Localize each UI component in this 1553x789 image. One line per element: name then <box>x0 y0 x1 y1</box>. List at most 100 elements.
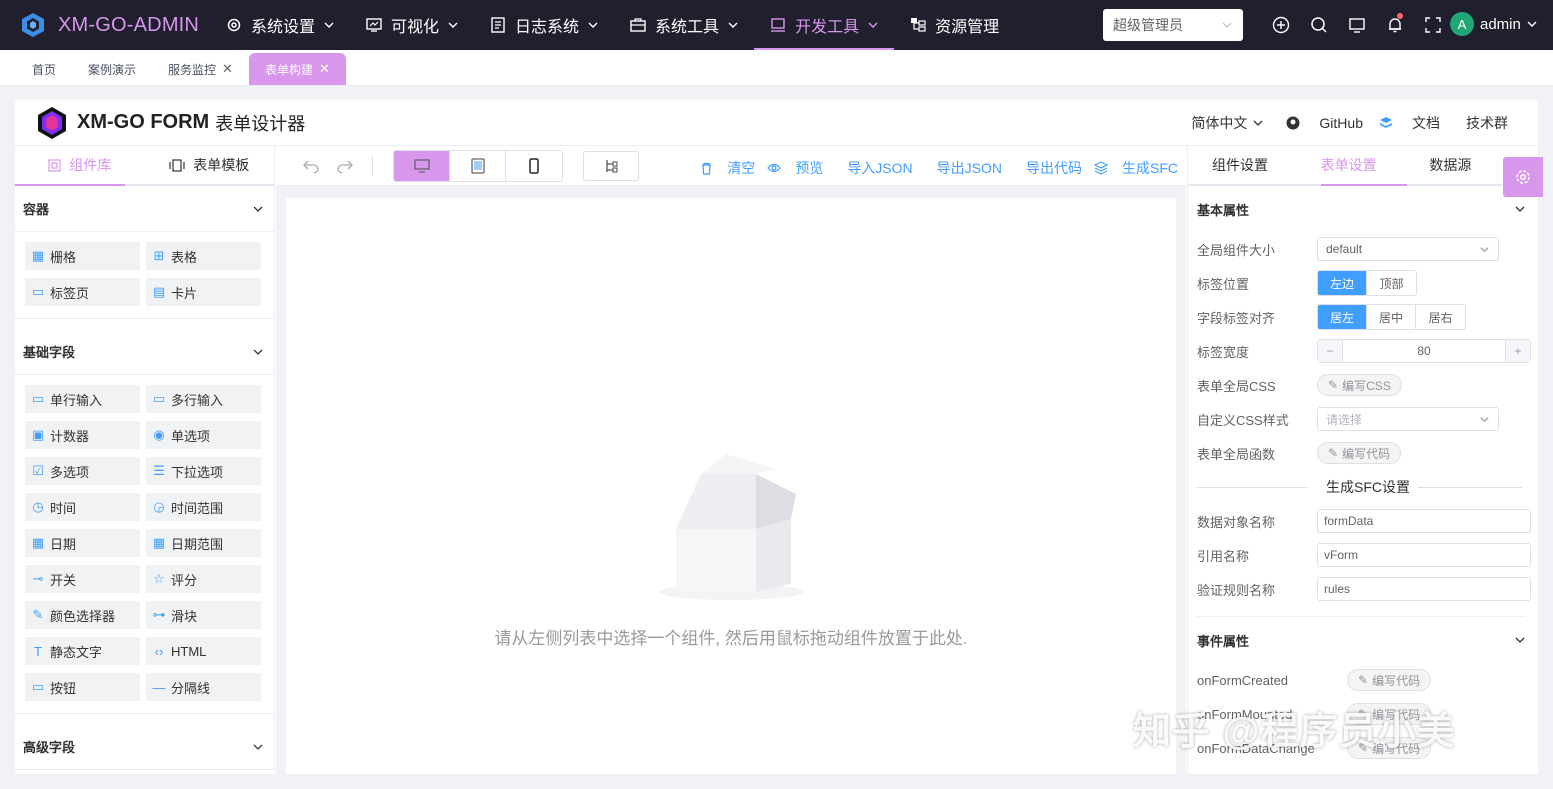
component-color-picker[interactable]: ✎ 颜色选择器 <box>25 601 140 629</box>
minus-icon[interactable]: − <box>1318 340 1342 362</box>
rules-name-input[interactable]: rules <box>1317 577 1531 601</box>
tag-form-builder[interactable]: 表单构建 ✕ <box>248 53 346 85</box>
component-static-text[interactable]: T 静态文字 <box>25 637 140 665</box>
component-checkbox[interactable]: ☑ 多选项 <box>25 457 140 485</box>
form-canvas[interactable]: 请从左侧列表中选择一个组件, 然后用鼠标拖动组件放置于此处. <box>286 198 1176 774</box>
preview-button[interactable]: 预览 <box>767 158 823 178</box>
language-select[interactable]: 简体中文 <box>1175 113 1264 133</box>
close-icon[interactable]: ✕ <box>319 61 330 77</box>
desktop-icon[interactable] <box>394 150 450 181</box>
component-radio[interactable]: ◉ 单选项 <box>146 421 261 449</box>
component-grid[interactable]: ▦ 栅格 <box>25 242 140 270</box>
tag-home[interactable]: 首页 <box>16 53 72 85</box>
dev-tools-icon <box>769 16 787 34</box>
menu-dev-tools[interactable]: 开发工具 <box>754 0 895 50</box>
row-form-css: 表单全局CSS ✎ 编写CSS <box>1188 368 1538 402</box>
component-label: 卡片 <box>171 285 198 301</box>
menu-visualization[interactable]: 可视化 <box>350 0 474 50</box>
add-circle-icon[interactable] <box>1262 0 1300 50</box>
gear-icon <box>225 16 243 34</box>
label-width-value[interactable]: 80 <box>1342 340 1506 362</box>
data-object-input[interactable]: formData <box>1317 509 1531 533</box>
toolbar-separator <box>372 155 373 176</box>
group-basic-head[interactable]: 基础字段 <box>15 329 274 375</box>
tag-demo[interactable]: 案例演示 <box>72 53 152 85</box>
component-label: 静态文字 <box>50 644 103 660</box>
label-width-stepper[interactable]: − 80 + <box>1317 339 1531 363</box>
component-slider[interactable]: ⊶ 滑块 <box>146 601 261 629</box>
menu-system-settings[interactable]: 系统设置 <box>210 0 350 50</box>
group-container-head[interactable]: 容器 <box>15 186 274 232</box>
label-position-top[interactable]: 顶部 <box>1367 271 1416 295</box>
ref-name-input[interactable]: vForm <box>1317 543 1531 567</box>
user-menu[interactable]: A admin <box>1450 12 1538 36</box>
field-label: 表单全局CSS <box>1197 378 1276 394</box>
tab-form-settings[interactable]: 表单设置 <box>1321 155 1430 175</box>
size-select[interactable]: default <box>1317 237 1499 261</box>
close-icon[interactable]: ✕ <box>222 61 233 77</box>
group-advanced-head[interactable]: 高级字段 <box>15 724 274 770</box>
label-position-left[interactable]: 左边 <box>1318 271 1367 295</box>
tag-monitor[interactable]: 服务监控 ✕ <box>152 53 249 85</box>
export-code-button[interactable]: 导出代码 <box>1014 158 1082 178</box>
avatar: A <box>1450 12 1474 36</box>
redo-icon[interactable] <box>328 159 362 173</box>
label-align-left[interactable]: 居左 <box>1318 305 1367 329</box>
fullscreen-icon[interactable] <box>1414 0 1452 50</box>
node-tree-icon[interactable] <box>583 150 639 181</box>
mobile-icon[interactable] <box>506 150 562 181</box>
settings-gear-button[interactable] <box>1503 157 1543 197</box>
tab-component-settings[interactable]: 组件设置 <box>1212 155 1321 175</box>
generate-sfc-button[interactable]: 生成SFC <box>1094 158 1178 178</box>
basic-props-head[interactable]: 基本属性 <box>1188 186 1538 232</box>
component-html[interactable]: ‹› HTML <box>146 637 261 665</box>
component-tabs[interactable]: ▭ 标签页 <box>25 278 140 306</box>
gear-icon <box>1516 170 1530 184</box>
component-date[interactable]: ▦ 日期 <box>25 529 140 557</box>
custom-css-select[interactable]: 请选择 <box>1317 407 1499 431</box>
export-json-button[interactable]: 导出JSON <box>925 158 1002 178</box>
menu-resource-management[interactable]: 资源管理 <box>894 0 1014 50</box>
component-textarea[interactable]: ▭ 多行输入 <box>146 385 261 413</box>
screen-icon[interactable] <box>1338 0 1376 50</box>
menu-log-system[interactable]: 日志系统 <box>474 0 614 50</box>
component-label: 单行输入 <box>50 392 103 408</box>
component-card[interactable]: ▤ 卡片 <box>146 278 261 306</box>
clear-button[interactable]: 清空 <box>700 158 755 178</box>
event-props-head[interactable]: 事件属性 <box>1188 617 1538 663</box>
label-align-right[interactable]: 居右 <box>1416 305 1465 329</box>
component-select[interactable]: ☰ 下拉选项 <box>146 457 261 485</box>
bell-icon[interactable] <box>1376 0 1414 50</box>
tablet-icon[interactable] <box>450 150 506 181</box>
component-divider[interactable]: — 分隔线 <box>146 673 261 701</box>
undo-icon[interactable] <box>294 159 328 173</box>
label-align-center[interactable]: 居中 <box>1367 305 1416 329</box>
tab-form-template[interactable]: 表单模板 <box>145 146 275 184</box>
docs-link[interactable]: 文档 <box>1379 113 1440 133</box>
github-link[interactable]: GitHub <box>1286 115 1363 131</box>
component-input[interactable]: ▭ 单行输入 <box>25 385 140 413</box>
plus-icon[interactable]: + <box>1506 340 1530 362</box>
component-rate[interactable]: ☆ 评分 <box>146 565 261 593</box>
component-number[interactable]: ▣ 计数器 <box>25 421 140 449</box>
component-table[interactable]: ⊞ 表格 <box>146 242 261 270</box>
component-time[interactable]: ◷ 时间 <box>25 493 140 521</box>
main-menu: 系统设置 可视化 日志系统 系统工具 开发工具 资源管理 <box>210 0 1014 50</box>
edit-functions-button[interactable]: ✎ 编写代码 <box>1317 442 1402 464</box>
component-button[interactable]: ▭ 按钮 <box>25 673 140 701</box>
menu-system-tools[interactable]: 系统工具 <box>614 0 754 50</box>
import-json-button[interactable]: 导入JSON <box>835 158 912 178</box>
role-select[interactable]: 超级管理员 <box>1103 9 1243 41</box>
group-link[interactable]: 技术群 <box>1450 113 1508 133</box>
tab-component-library[interactable]: 组件库 <box>15 146 145 184</box>
calendar-icon: ▦ <box>31 535 45 550</box>
component-time-range[interactable]: ◶ 时间范围 <box>146 493 261 521</box>
chevron-down-icon <box>1222 22 1232 28</box>
search-icon[interactable] <box>1300 0 1338 50</box>
edit-css-button[interactable]: ✎ 编写CSS <box>1317 374 1402 396</box>
edit-code-button[interactable]: ✎ 编写代码 <box>1347 669 1432 691</box>
component-date-range[interactable]: ▦ 日期范围 <box>146 529 261 557</box>
brand[interactable]: XM-GO-ADMIN <box>0 12 210 38</box>
size-value: default <box>1326 242 1363 256</box>
component-switch[interactable]: ⊸ 开关 <box>25 565 140 593</box>
